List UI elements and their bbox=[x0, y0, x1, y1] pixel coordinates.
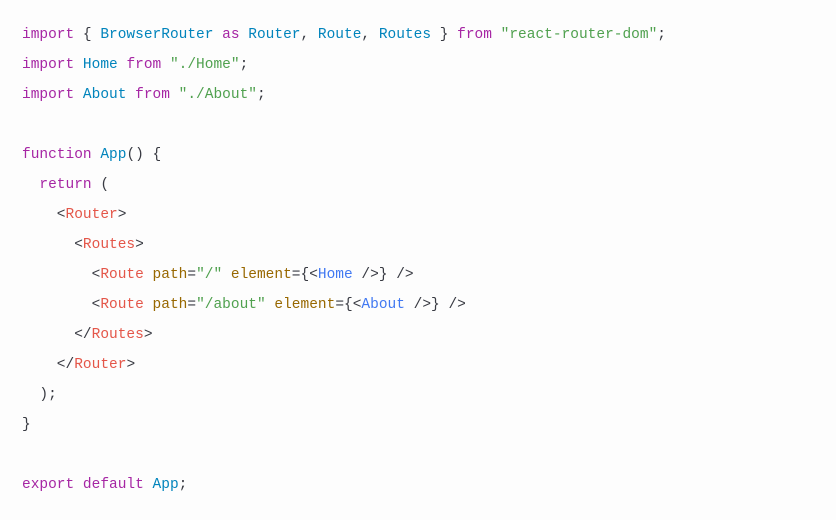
code-token bbox=[240, 27, 249, 43]
code-token: import bbox=[22, 87, 74, 103]
code-line: ); bbox=[22, 380, 814, 410]
code-token: ; bbox=[257, 87, 266, 103]
code-token: path bbox=[153, 297, 188, 313]
code-token: } bbox=[22, 417, 31, 433]
code-line: import { BrowserRouter as Router, Route,… bbox=[22, 20, 814, 50]
code-token: , bbox=[361, 27, 378, 43]
code-token: Home bbox=[83, 57, 118, 73]
code-token: > bbox=[135, 237, 144, 253]
code-token: export bbox=[22, 477, 74, 493]
code-line: </Router> bbox=[22, 350, 814, 380]
code-token: element bbox=[274, 297, 335, 313]
code-line: import About from "./About"; bbox=[22, 80, 814, 110]
code-token: "react-router-dom" bbox=[501, 27, 658, 43]
code-token bbox=[222, 267, 231, 283]
code-line: <Routes> bbox=[22, 230, 814, 260]
code-token: ( bbox=[92, 177, 109, 193]
code-token: < bbox=[22, 267, 100, 283]
code-token: App bbox=[100, 147, 126, 163]
code-token: App bbox=[153, 477, 179, 493]
code-block: import { BrowserRouter as Router, Route,… bbox=[22, 20, 814, 500]
code-token: > bbox=[118, 207, 127, 223]
code-line: </Routes> bbox=[22, 320, 814, 350]
code-token: function bbox=[22, 147, 92, 163]
code-token bbox=[492, 27, 501, 43]
code-line bbox=[22, 110, 814, 140]
code-token: from bbox=[135, 87, 170, 103]
code-token: BrowserRouter bbox=[100, 27, 213, 43]
code-token: path bbox=[153, 267, 188, 283]
code-token: </ bbox=[22, 357, 74, 373]
code-token: ; bbox=[657, 27, 666, 43]
code-token: "/" bbox=[196, 267, 222, 283]
code-token: element bbox=[231, 267, 292, 283]
code-token: ={< bbox=[335, 297, 361, 313]
code-token: > bbox=[126, 357, 135, 373]
code-token bbox=[74, 477, 83, 493]
code-token: Router bbox=[248, 27, 300, 43]
code-line: <Router> bbox=[22, 200, 814, 230]
code-line: export default App; bbox=[22, 470, 814, 500]
code-token: } bbox=[431, 27, 457, 43]
code-token: "/about" bbox=[196, 297, 266, 313]
code-token: Routes bbox=[92, 327, 144, 343]
code-token bbox=[144, 477, 153, 493]
code-line: return ( bbox=[22, 170, 814, 200]
code-token: "./About" bbox=[179, 87, 257, 103]
code-token bbox=[144, 267, 153, 283]
code-token: < bbox=[22, 297, 100, 313]
code-token bbox=[161, 57, 170, 73]
code-token bbox=[213, 27, 222, 43]
code-line: <Route path="/about" element={<About />}… bbox=[22, 290, 814, 320]
code-token: ={< bbox=[292, 267, 318, 283]
code-token: default bbox=[83, 477, 144, 493]
code-line bbox=[22, 440, 814, 470]
code-token: Route bbox=[100, 297, 144, 313]
code-token: from bbox=[457, 27, 492, 43]
code-token bbox=[74, 57, 83, 73]
code-token bbox=[22, 177, 39, 193]
code-token: Routes bbox=[379, 27, 431, 43]
code-token: < bbox=[22, 237, 83, 253]
code-token: />} /> bbox=[405, 297, 466, 313]
code-token bbox=[22, 447, 31, 463]
code-token: />} /> bbox=[353, 267, 414, 283]
code-token: import bbox=[22, 57, 74, 73]
code-token bbox=[144, 297, 153, 313]
code-token: , bbox=[300, 27, 317, 43]
code-line: import Home from "./Home"; bbox=[22, 50, 814, 80]
code-token: ; bbox=[179, 477, 188, 493]
code-token: from bbox=[126, 57, 161, 73]
code-token: () { bbox=[126, 147, 161, 163]
code-token: Home bbox=[318, 267, 353, 283]
code-line: } bbox=[22, 410, 814, 440]
code-token: About bbox=[361, 297, 405, 313]
code-token: ; bbox=[240, 57, 249, 73]
code-token: About bbox=[83, 87, 127, 103]
code-token: { bbox=[74, 27, 100, 43]
code-token: Route bbox=[318, 27, 362, 43]
code-token bbox=[74, 87, 83, 103]
code-token: "./Home" bbox=[170, 57, 240, 73]
code-token: = bbox=[187, 267, 196, 283]
code-token: > bbox=[144, 327, 153, 343]
code-token: as bbox=[222, 27, 239, 43]
code-token: Router bbox=[66, 207, 118, 223]
code-token: ); bbox=[22, 387, 57, 403]
code-token: Routes bbox=[83, 237, 135, 253]
code-token bbox=[22, 117, 31, 133]
code-token: Router bbox=[74, 357, 126, 373]
code-token: return bbox=[39, 177, 91, 193]
code-token: < bbox=[22, 207, 66, 223]
code-token bbox=[170, 87, 179, 103]
code-token: = bbox=[187, 297, 196, 313]
code-token: import bbox=[22, 27, 74, 43]
code-token bbox=[126, 87, 135, 103]
code-line: function App() { bbox=[22, 140, 814, 170]
code-token: Route bbox=[100, 267, 144, 283]
code-line: <Route path="/" element={<Home />} /> bbox=[22, 260, 814, 290]
code-token: </ bbox=[22, 327, 92, 343]
